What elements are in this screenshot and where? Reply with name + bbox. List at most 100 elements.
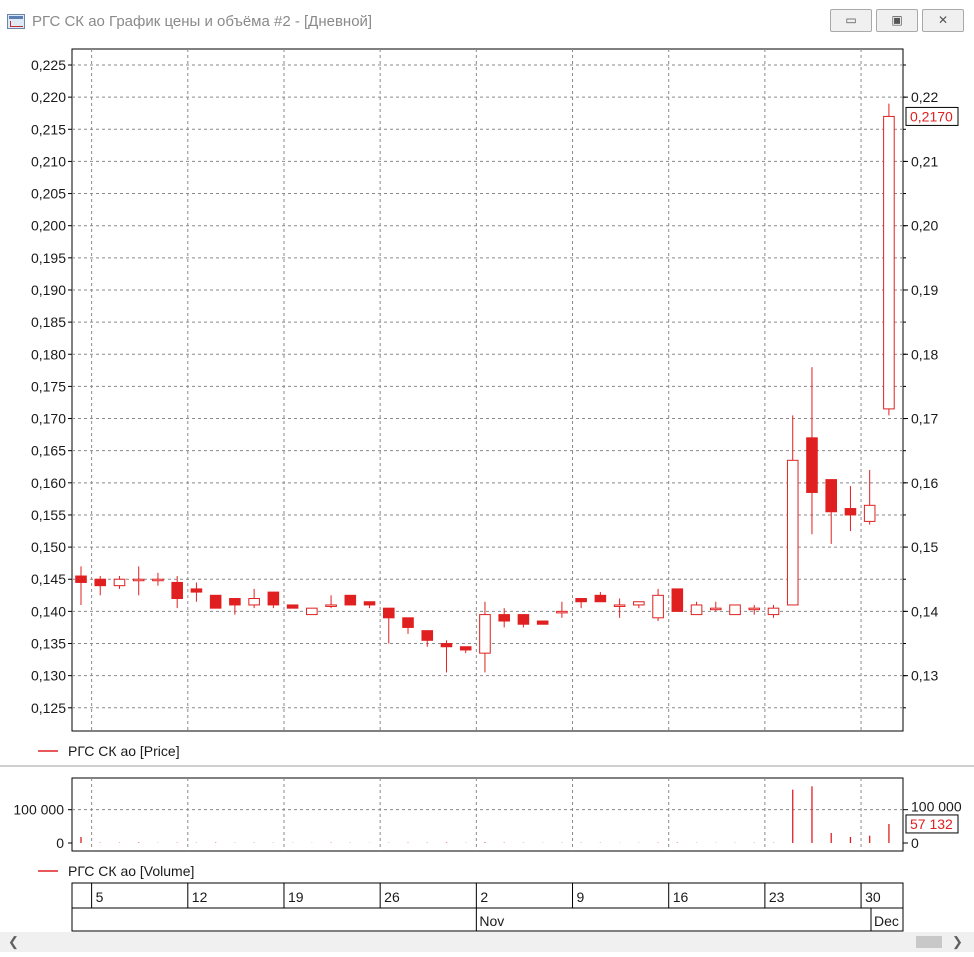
price-left-tick-label: 0,170 xyxy=(31,411,66,427)
price-left-tick-label: 0,140 xyxy=(31,603,66,619)
candle-body xyxy=(844,508,857,516)
last-volume-label: 57 132 xyxy=(910,816,953,832)
volume-right-tick-label: 100 000 xyxy=(911,799,962,815)
price-right-tick-label: 0,16 xyxy=(911,475,938,491)
candle-body xyxy=(479,614,491,654)
candle-body xyxy=(306,607,318,616)
price-right-tick-label: 0,22 xyxy=(911,89,938,105)
price-right-tick-label: 0,15 xyxy=(911,539,938,555)
price-left-tick-label: 0,135 xyxy=(31,636,66,652)
candle-body xyxy=(498,614,510,622)
price-right-tick-label: 0,19 xyxy=(911,282,938,298)
price-volume-chart[interactable]: 0,1250,1300,1350,1400,1450,1500,1550,160… xyxy=(0,0,974,932)
candle-body xyxy=(594,594,607,603)
price-right-tick-label: 0,17 xyxy=(911,411,938,427)
candle-body xyxy=(671,588,684,612)
candle-body xyxy=(94,578,107,587)
scroll-right-arrow-icon[interactable]: ❯ xyxy=(952,934,963,950)
time-day-label: 2 xyxy=(480,889,488,905)
candle-body xyxy=(710,607,722,611)
last-price-label: 0,2170 xyxy=(910,108,953,124)
candle-body xyxy=(363,601,376,606)
candle-body xyxy=(344,594,357,606)
candle-body xyxy=(633,601,645,606)
candle-body xyxy=(190,588,203,593)
price-right-tick-label: 0,18 xyxy=(911,346,938,362)
candle-body xyxy=(113,578,126,587)
candle-body xyxy=(229,598,241,606)
candle-body xyxy=(248,598,260,606)
candle-body xyxy=(690,604,703,616)
price-left-tick-label: 0,150 xyxy=(31,539,66,555)
price-left-tick-label: 0,185 xyxy=(31,314,66,330)
volume-left-tick-label: 100 000 xyxy=(13,802,64,818)
time-day-label: 5 xyxy=(96,889,104,905)
candle-body xyxy=(613,604,626,607)
candle-body xyxy=(729,604,741,616)
candle-body xyxy=(652,594,664,619)
price-right-tick-label: 0,13 xyxy=(911,668,938,684)
candle-body xyxy=(402,617,414,628)
price-left-tick-label: 0,205 xyxy=(31,186,66,202)
price-left-tick-label: 0,180 xyxy=(31,346,66,362)
candle-body xyxy=(440,643,453,648)
price-left-tick-label: 0,200 xyxy=(31,218,66,234)
candle-body xyxy=(786,459,799,606)
candle[interactable] xyxy=(883,103,895,416)
candle-body xyxy=(132,578,145,582)
price-right-tick-label: 0,21 xyxy=(911,153,938,169)
candle-body xyxy=(883,115,895,410)
scroll-thumb[interactable] xyxy=(916,936,942,948)
candle-body xyxy=(767,607,780,616)
volume-left-tick-label: 0 xyxy=(56,835,64,851)
volume-right-tick-label: 0 xyxy=(911,835,919,851)
candle-body xyxy=(575,598,587,603)
price-left-tick-label: 0,225 xyxy=(31,57,66,73)
price-left-tick-label: 0,195 xyxy=(31,250,66,266)
price-left-tick-label: 0,155 xyxy=(31,507,66,523)
candle-body xyxy=(152,578,164,582)
price-right-tick-label: 0,14 xyxy=(911,603,938,619)
candle-body xyxy=(517,614,530,625)
time-day-label: 26 xyxy=(384,889,400,905)
candle-body xyxy=(171,581,183,600)
price-legend-label: РГС СК ао [Price] xyxy=(68,743,180,759)
time-day-label: 19 xyxy=(288,889,304,905)
candle-body xyxy=(748,607,761,611)
price-left-tick-label: 0,175 xyxy=(31,378,66,394)
volume-legend-label: РГС СК ао [Volume] xyxy=(68,863,194,879)
candle[interactable] xyxy=(729,604,741,616)
time-day-label: 12 xyxy=(192,889,208,905)
candle-body xyxy=(209,594,222,609)
candle-body xyxy=(825,479,837,513)
price-left-tick-label: 0,215 xyxy=(31,121,66,137)
time-month-label: Nov xyxy=(479,913,504,929)
candle-body xyxy=(75,575,87,583)
candle-body xyxy=(267,591,280,606)
time-day-label: 23 xyxy=(769,889,785,905)
candle[interactable] xyxy=(209,594,222,609)
price-left-tick-label: 0,130 xyxy=(31,668,66,684)
time-day-label: 9 xyxy=(577,889,585,905)
price-right-tick-label: 0,20 xyxy=(911,218,938,234)
price-left-tick-label: 0,165 xyxy=(31,443,66,459)
candle-body xyxy=(325,604,337,607)
price-left-tick-label: 0,210 xyxy=(31,153,66,169)
price-left-tick-label: 0,160 xyxy=(31,475,66,491)
candle[interactable] xyxy=(536,620,549,625)
candle-body xyxy=(421,630,434,641)
candle-body xyxy=(459,646,472,651)
price-left-tick-label: 0,145 xyxy=(31,571,66,587)
scroll-left-arrow-icon[interactable]: ❮ xyxy=(8,934,19,950)
candle[interactable] xyxy=(344,594,357,606)
price-left-tick-label: 0,190 xyxy=(31,282,66,298)
volume-plot-area xyxy=(71,777,904,852)
price-left-tick-label: 0,220 xyxy=(31,89,66,105)
candle-body xyxy=(556,610,568,614)
candle[interactable] xyxy=(671,588,684,612)
candle[interactable] xyxy=(306,607,318,616)
horizontal-scrollbar[interactable]: ❮ ❯ xyxy=(0,932,974,952)
candle[interactable] xyxy=(286,604,299,609)
time-month-label: Dec xyxy=(874,913,899,929)
candle-body xyxy=(286,604,299,609)
